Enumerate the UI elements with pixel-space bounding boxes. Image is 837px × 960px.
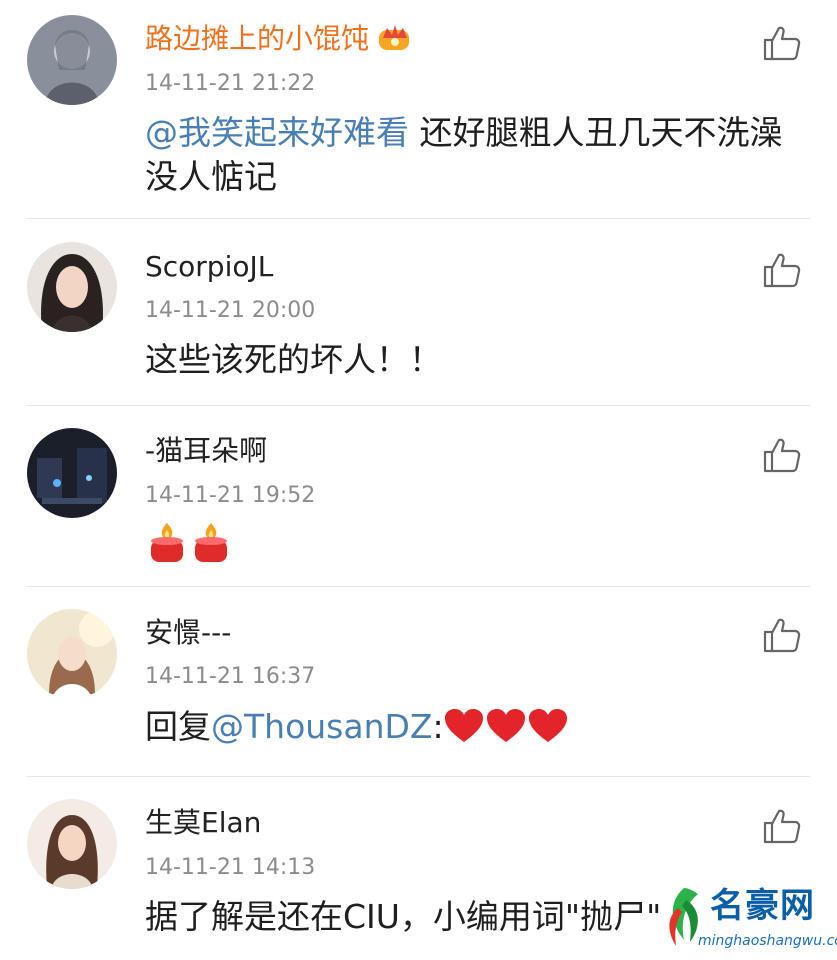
- site-watermark: 名豪网 minghaoshangwu.com: [660, 880, 837, 958]
- avatar[interactable]: [27, 242, 117, 332]
- username[interactable]: 生莫Elan: [145, 805, 261, 841]
- username[interactable]: ScorpioJL: [145, 249, 273, 285]
- thumbs-up-icon[interactable]: [762, 250, 802, 290]
- candle-emoji: [145, 520, 189, 575]
- thumbs-up-icon[interactable]: [762, 615, 802, 655]
- avatar[interactable]: [27, 15, 117, 105]
- username[interactable]: 路边摊上的小馄饨: [145, 20, 413, 57]
- comment-time: 14-11-21 20:00: [145, 298, 316, 323]
- watermark-subtitle: minghaoshangwu.com: [698, 933, 837, 949]
- comment-time: 14-11-21 19:52: [145, 483, 316, 508]
- thumbs-up-icon[interactable]: [762, 435, 802, 475]
- comment-text: 回复@ThousanDZ:: [145, 705, 795, 755]
- divider: [27, 586, 810, 587]
- watermark-title: 名豪网: [710, 886, 815, 926]
- thumbs-up-icon[interactable]: [762, 23, 802, 63]
- username[interactable]: 安憬---: [145, 615, 231, 651]
- thumbs-up-icon[interactable]: [762, 806, 802, 846]
- comment-text: 这些该死的坏人！！: [145, 340, 442, 379]
- heart-emoji: [528, 708, 568, 755]
- heart-emoji: [486, 708, 526, 755]
- divider: [27, 218, 810, 219]
- heart-emoji: [444, 708, 484, 755]
- candle-emoji: [189, 520, 233, 575]
- divider: [27, 776, 810, 777]
- mention-link[interactable]: @我笑起来好难看: [145, 113, 409, 152]
- avatar[interactable]: [27, 799, 117, 889]
- mention-link[interactable]: @ThousanDZ: [211, 707, 433, 746]
- username[interactable]: -猫耳朵啊: [145, 433, 267, 469]
- avatar[interactable]: [27, 609, 117, 699]
- comment-text: [145, 520, 795, 575]
- divider: [27, 405, 810, 406]
- avatar[interactable]: [27, 428, 117, 518]
- crown-icon: [377, 20, 413, 52]
- comment-time: 14-11-21 21:22: [145, 71, 316, 96]
- comment-text: @我笑起来好难看 还好腿粗人丑几天不洗澡没人惦记: [145, 113, 783, 196]
- comment-time: 14-11-21 14:13: [145, 855, 316, 880]
- comment-time: 14-11-21 16:37: [145, 664, 316, 689]
